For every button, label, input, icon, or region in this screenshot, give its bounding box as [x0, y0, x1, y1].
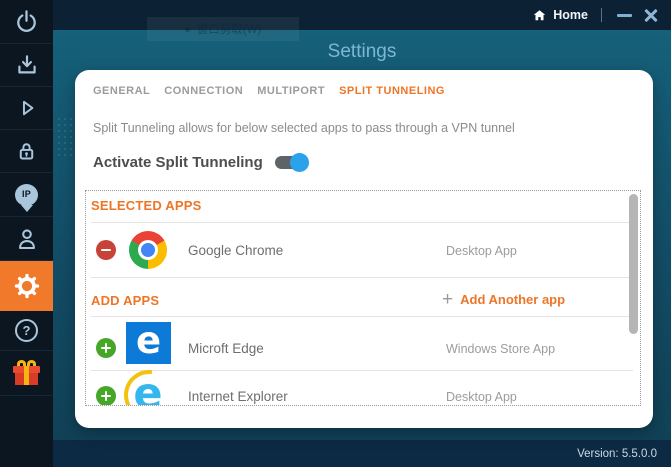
app-type: Desktop App — [446, 244, 517, 258]
settings-tabs: GENERAL CONNECTION MULTIPORT SPLIT TUNNE… — [93, 85, 445, 97]
lock-icon — [19, 142, 34, 159]
app-name: Microft Edge — [188, 341, 264, 356]
remove-app-button[interactable] — [96, 240, 116, 260]
minus-icon — [101, 248, 111, 252]
app-row-google-chrome: Google Chrome Desktop App — [86, 223, 640, 277]
tab-split-tunneling[interactable]: SPLIT TUNNELING — [339, 85, 445, 97]
sidebar-item-security[interactable] — [0, 130, 53, 173]
app-name: Google Chrome — [188, 243, 284, 258]
sidebar: IP ? — [0, 0, 53, 467]
help-glyph: ? — [22, 323, 31, 338]
ip-pin-label: IP — [21, 188, 32, 199]
sidebar-item-download[interactable] — [0, 44, 53, 87]
ip-pin-icon: IP — [15, 183, 38, 206]
add-app-button[interactable] — [96, 386, 116, 405]
edge-icon: e — [126, 322, 171, 364]
internet-explorer-icon: e — [126, 372, 170, 405]
activate-label: Activate Split Tunneling — [93, 154, 263, 171]
person-icon — [18, 228, 35, 249]
app-type: Windows Store App — [446, 342, 556, 356]
tab-general[interactable]: GENERAL — [93, 85, 150, 97]
minimize-button[interactable] — [615, 6, 633, 24]
home-label: Home — [553, 8, 588, 22]
plus-glyph: + — [442, 289, 454, 310]
tab-multiport[interactable]: MULTIPORT — [257, 85, 325, 97]
sidebar-item-power[interactable] — [0, 0, 53, 44]
version-label: Version: 5.5.0.0 — [577, 447, 657, 460]
home-icon — [534, 9, 546, 20]
app-row-internet-explorer: e Internet Explorer Desktop App — [86, 370, 640, 405]
gift-icon — [13, 360, 40, 386]
panel-scrollbar[interactable] — [629, 194, 638, 334]
apps-panel: SELECTED APPS Google Chrome Desktop App … — [85, 190, 641, 406]
app-type: Desktop App — [446, 390, 517, 404]
split-tunneling-toggle[interactable] — [274, 153, 309, 172]
vpn-app-window: IP ? Home 窗口剪取(W) Settings GENERAL CONNE… — [0, 0, 671, 467]
selected-apps-header: SELECTED APPS — [91, 198, 202, 213]
statusbar: Version: 5.5.0.0 — [53, 440, 671, 467]
download-icon — [17, 55, 36, 74]
settings-card: GENERAL CONNECTION MULTIPORT SPLIT TUNNE… — [75, 70, 653, 428]
toggle-knob — [289, 153, 309, 172]
add-another-app-label: Add Another app — [460, 292, 566, 307]
gear-icon — [14, 273, 39, 298]
add-another-app-button[interactable]: + Add Another app — [442, 290, 565, 309]
close-button[interactable] — [643, 7, 659, 23]
sidebar-item-rewards[interactable] — [0, 351, 53, 396]
chrome-icon — [129, 231, 167, 269]
add-apps-header: ADD APPS — [91, 293, 160, 308]
activate-row: Activate Split Tunneling — [93, 153, 309, 172]
sidebar-item-settings[interactable] — [0, 261, 53, 311]
app-name: Internet Explorer — [188, 389, 288, 404]
sidebar-item-account[interactable] — [0, 217, 53, 261]
page-title: Settings — [327, 41, 397, 62]
plus-icon — [101, 343, 111, 353]
sidebar-item-ip-location[interactable]: IP — [0, 173, 53, 217]
titlebar: Home — [53, 0, 671, 30]
sidebar-item-connect[interactable] — [0, 87, 53, 130]
minimize-icon — [616, 13, 632, 17]
decorative-dots — [56, 116, 74, 156]
add-app-button[interactable] — [96, 338, 116, 358]
app-row-microsoft-edge: e Microft Edge Windows Store App — [86, 316, 640, 370]
divider — [91, 277, 633, 278]
tab-connection[interactable]: CONNECTION — [164, 85, 243, 97]
home-button[interactable]: Home — [532, 8, 588, 23]
play-icon — [22, 100, 33, 116]
help-icon: ? — [15, 319, 38, 342]
titlebar-divider — [601, 8, 602, 22]
power-icon — [17, 10, 36, 32]
sidebar-item-help[interactable]: ? — [0, 311, 53, 351]
split-tunneling-description: Split Tunneling allows for below selecte… — [93, 121, 515, 135]
plus-icon — [101, 391, 111, 401]
